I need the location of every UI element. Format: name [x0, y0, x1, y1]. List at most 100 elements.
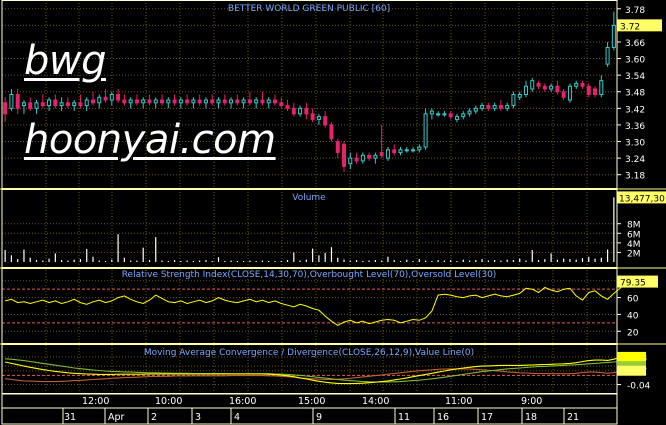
y-tick-label: 3.36: [625, 122, 645, 132]
candle-body: [153, 99, 158, 104]
candle-body: [15, 94, 20, 109]
candle-body: [398, 149, 403, 154]
candle-body: [448, 113, 453, 118]
candle-body: [235, 99, 240, 104]
y-tick-label: 4M: [627, 240, 641, 250]
candle-body: [404, 149, 409, 152]
candle-body: [580, 82, 585, 87]
candle-body: [3, 102, 8, 115]
candle-body: [134, 99, 139, 104]
time-label: 15:00: [298, 396, 325, 407]
y-tick-label: 3.66: [625, 39, 645, 49]
candle-body: [53, 99, 58, 107]
candle-body: [172, 99, 177, 104]
candle-body: [492, 105, 497, 109]
candle-body: [304, 107, 309, 115]
macd-tag-hist: [617, 365, 646, 376]
candle-body: [379, 152, 384, 156]
candle-body: [229, 99, 234, 104]
y-tick-label: 3.42: [625, 105, 645, 115]
time-label: 16:00: [229, 396, 256, 407]
y-tick-label: 8M: [627, 221, 641, 231]
candle-body: [254, 99, 259, 104]
candle-body: [549, 85, 554, 90]
candle-body: [486, 105, 491, 109]
y-tick-label: 3.48: [625, 89, 645, 99]
date-label: 17: [481, 412, 493, 423]
price-title: BETTER WORLD GREEN PUBLIC [60]: [228, 4, 390, 14]
candle-body: [524, 85, 529, 95]
candle-body: [567, 85, 572, 101]
candle-body: [109, 94, 114, 101]
candle-body: [442, 113, 447, 116]
candle-body: [210, 99, 215, 104]
watermark-site: hoonyai.com: [24, 117, 276, 163]
time-label: 14:00: [362, 396, 389, 407]
candle-body: [247, 99, 252, 104]
candle-body: [530, 80, 535, 90]
y-tick-label: 20: [627, 328, 639, 338]
candle-body: [216, 99, 221, 104]
candle-body: [335, 141, 340, 154]
rsi-title: Relative Strength Index(CLOSE,14,30,70),…: [122, 270, 497, 280]
candle-body: [385, 149, 390, 159]
candle-body: [392, 149, 397, 154]
candle-body: [316, 116, 321, 120]
candle-body: [561, 91, 566, 98]
candle-body: [454, 116, 459, 120]
candle-body: [128, 99, 133, 104]
candle-body: [185, 99, 190, 104]
candle-body: [473, 107, 478, 112]
rsi-last-label: 79.35: [620, 279, 646, 289]
candle-body: [9, 94, 14, 109]
y-tick-label: 6M: [627, 230, 641, 240]
candle-body: [542, 85, 547, 90]
candle-body: [517, 94, 522, 98]
candle-body: [323, 116, 328, 126]
candle-body: [166, 99, 171, 104]
date-label: 2: [151, 412, 157, 423]
candle-body: [222, 99, 227, 104]
candle-body: [342, 143, 347, 167]
candle-body: [555, 85, 560, 93]
date-label: Apr: [108, 412, 125, 423]
candle-body: [423, 113, 428, 148]
y-tick-label: 3.24: [625, 155, 645, 165]
candle-body: [505, 105, 510, 109]
candle-body: [511, 94, 516, 107]
candle-body: [97, 96, 102, 104]
candle-body: [103, 96, 108, 101]
candle-body: [436, 113, 441, 116]
candle-body: [467, 110, 472, 115]
candle-body: [348, 157, 353, 165]
candle-body: [480, 105, 485, 109]
date-label: 18: [525, 412, 537, 423]
y-tick-label: -0.04: [627, 382, 651, 392]
date-label: 3: [195, 412, 201, 423]
candle-body: [241, 99, 246, 104]
candle-body: [59, 102, 64, 107]
candle-body: [266, 99, 271, 104]
candle-body: [122, 99, 127, 104]
candle-body: [260, 99, 265, 104]
candle-body: [65, 102, 70, 107]
time-label: 10:00: [155, 396, 182, 407]
date-label: 4: [234, 412, 240, 423]
candle-body: [373, 154, 378, 159]
candle-body: [116, 94, 121, 101]
candle-body: [367, 154, 372, 159]
watermark-bwg: bwg: [24, 38, 107, 84]
candle-body: [360, 154, 365, 162]
y-tick-label: 3.18: [625, 172, 645, 182]
candle-body: [599, 80, 604, 95]
volume-title: Volume: [292, 193, 326, 203]
candle-body: [354, 157, 359, 162]
candle-body: [147, 99, 152, 104]
candle-body: [574, 82, 579, 87]
candle-body: [203, 99, 208, 104]
candle-body: [461, 113, 466, 118]
candle-body: [291, 107, 296, 115]
candle-body: [498, 105, 503, 109]
candle-body: [329, 124, 334, 140]
date-label: 11: [398, 412, 410, 423]
